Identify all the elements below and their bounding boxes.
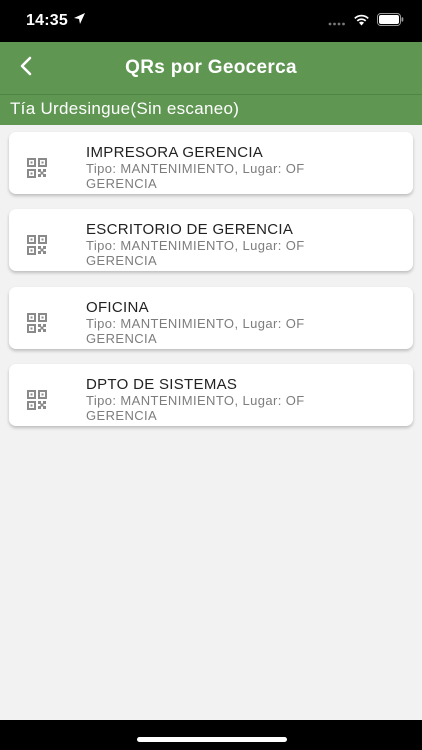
item-subtitle: Tipo: MANTENIMIENTO, Lugar: OF GERENCIA [86,316,305,346]
qr-code-icon [27,390,47,410]
signal-icon [328,13,346,31]
qr-list-item[interactable]: DPTO DE SISTEMAS Tipo: MANTENIMIENTO, Lu… [9,364,413,426]
status-icons [328,13,404,31]
item-title: ESCRITORIO DE GERENCIA [86,221,294,238]
item-subtitle: Tipo: MANTENIMIENTO, Lugar: OF GERENCIA [86,393,305,423]
qr-code-icon [27,313,47,333]
item-subtitle: Tipo: MANTENIMIENTO, Lugar: OF GERENCIA [86,238,305,268]
qr-list-item[interactable]: OFICINA Tipo: MANTENIMIENTO, Lugar: OF G… [9,287,413,349]
qr-code-icon [27,235,47,255]
location-arrow-icon [73,12,86,30]
geofence-header: Tía Urdesingue(Sin escaneo) [0,94,422,125]
home-indicator[interactable] [137,737,287,742]
battery-icon [377,13,404,31]
item-title: IMPRESORA GERENCIA [86,144,264,161]
qr-list-item[interactable]: ESCRITORIO DE GERENCIA Tipo: MANTENIMIEN… [9,209,413,271]
home-bar [0,720,422,750]
status-bar: 14:35 [0,0,422,42]
page-title: QRs por Geocerca [125,57,297,78]
app-screen: 14:35 QRs por Geocerca Tía Urdesingue(Si… [0,0,422,750]
item-title: DPTO DE SISTEMAS [86,376,238,393]
qr-list-item[interactable]: IMPRESORA GERENCIA Tipo: MANTENIMIENTO, … [9,132,413,194]
status-time: 14:35 [26,12,68,29]
item-subtitle: Tipo: MANTENIMIENTO, Lugar: OF GERENCIA [86,161,305,191]
app-bar: QRs por Geocerca [0,42,422,94]
wifi-icon [353,13,370,31]
item-title: OFICINA [86,299,149,316]
geofence-name: Tía Urdesingue(Sin escaneo) [10,99,240,118]
qr-code-icon [27,158,47,178]
